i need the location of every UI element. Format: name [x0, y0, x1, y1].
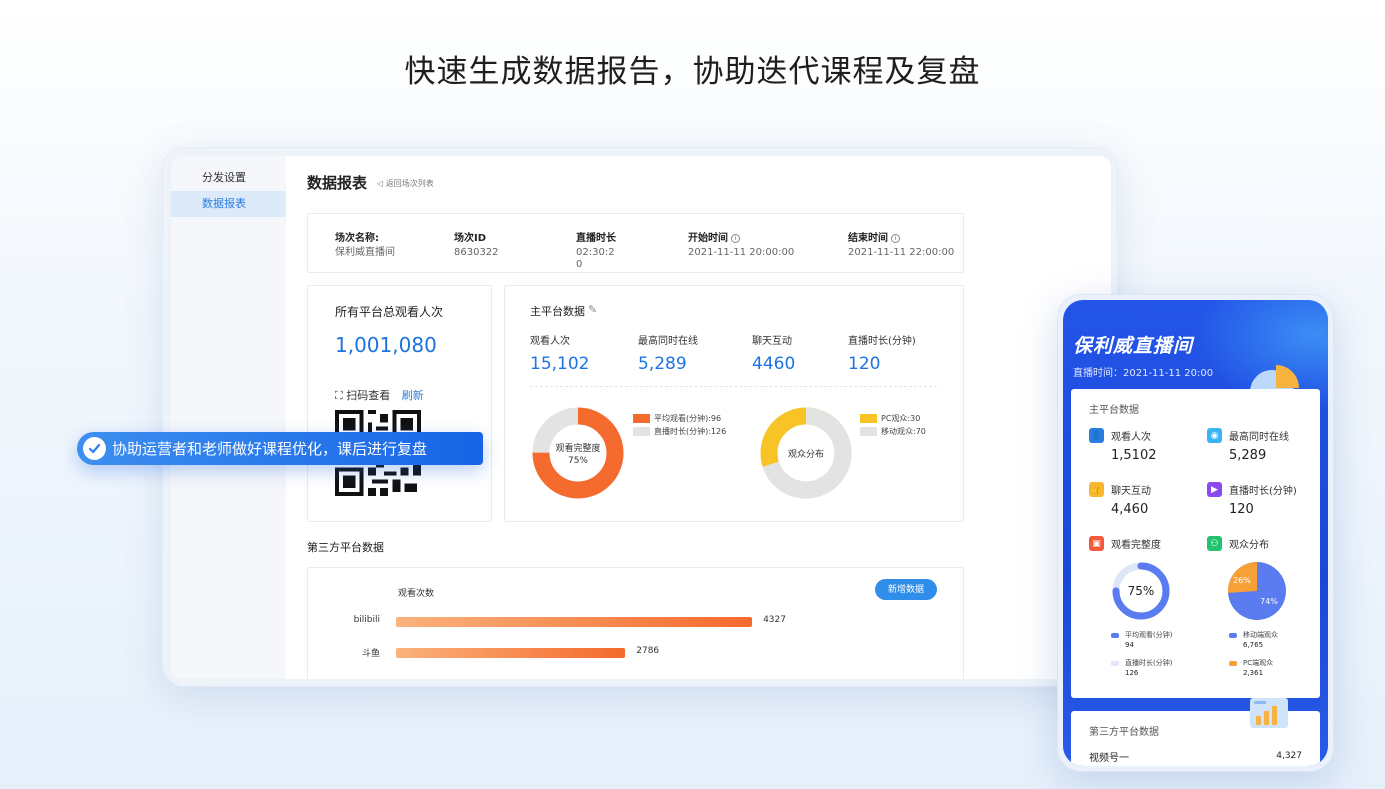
bar-chart-icon	[1250, 698, 1288, 728]
callout-text: 协助运营者和老师做好课程优化，课后进行复盘	[112, 440, 428, 458]
legend-swatch	[633, 414, 650, 423]
phone-third-row-label: 视频号一	[1089, 753, 1129, 764]
phone-peak-value: 5,289	[1229, 448, 1267, 463]
third-party-card: 观看次数 新增数据 bilibili 4327 斗鱼 2786	[307, 567, 964, 679]
info-icon[interactable]: i	[891, 233, 900, 243]
legend-swatch	[860, 427, 877, 436]
phone-card-title: 主平台数据	[1089, 405, 1139, 416]
session-start: 开始时间 i 2021-11-11 20:00:00	[688, 233, 795, 258]
phone-pie-small-label: 26%	[1233, 576, 1251, 585]
third-party-title: 第三方平台数据	[307, 541, 384, 554]
phone-duration-value: 120	[1229, 502, 1254, 517]
bar	[396, 617, 753, 627]
add-data-button[interactable]: 新增数据	[875, 579, 937, 600]
scan-row: ⛶ 扫码查看 刷新	[335, 387, 424, 403]
phone-item-views: 👤 观看人次	[1089, 428, 1151, 443]
sidebar-item-report[interactable]: 数据报表	[171, 191, 286, 217]
total-views-card: 所有平台总观看人次 1,001,080 ⛶ 扫码查看 刷新	[307, 285, 492, 522]
phone-item-duration: ▶ 直播时长(分钟)	[1207, 482, 1297, 497]
phone-main-card: 主平台数据 👤 观看人次 1,5102 ◉ 最高同时在线 5,289 👍 聊天互动 4…	[1071, 389, 1320, 698]
session-duration: 直播时长 02:30:20	[576, 233, 616, 270]
total-views-label: 所有平台总观看人次	[335, 305, 444, 319]
phone-screen: 保利威直播间 直播时间：2021-11-11 20:00 主平台数据 👤 观看人次…	[1063, 300, 1328, 766]
phone-item-completion: ▣ 观看完整度	[1089, 536, 1161, 551]
scan-icon: ⛶	[335, 389, 343, 402]
phone-donut-value: 75%	[1128, 584, 1155, 598]
total-views-value: 1,001,080	[335, 333, 437, 357]
phone-audience-pie: 26% 74%	[1228, 562, 1286, 620]
session-id: 场次ID 8630322	[454, 233, 499, 258]
scan-label: 扫码查看	[346, 389, 391, 402]
audience-donut: 观众分布	[760, 407, 852, 499]
back-to-list-link[interactable]: ◁ 返回场次列表	[377, 178, 434, 189]
bar-value: 4327	[763, 615, 786, 625]
bar-row-douyu: 斗鱼 2786	[308, 646, 965, 660]
refresh-link[interactable]: 刷新	[402, 389, 424, 402]
video-icon: ▶	[1207, 482, 1222, 497]
phone-frame: 保利威直播间 直播时间：2021-11-11 20:00 主平台数据 👤 观看人次…	[1057, 294, 1334, 772]
phone-completion-donut: 75%	[1112, 562, 1170, 620]
phone-legend-avg: 平均观看(分钟) 94	[1111, 630, 1172, 650]
tablet-screen: 分发设置 数据报表 数据报表 ◁ 返回场次列表 场次名称: 保利威直播间 场次I…	[171, 156, 1111, 679]
edit-icon[interactable]: ✎	[588, 303, 597, 316]
session-end: 结束时间 i 2021-11-11 22:00:00	[848, 233, 955, 258]
bar-value: 2786	[636, 646, 660, 656]
completion-donut: 观看完整度 75%	[532, 407, 624, 499]
headline: 快速生成数据报告，协助迭代课程及复盘	[404, 54, 981, 90]
phone-third-row-value: 4,327	[1276, 751, 1302, 761]
metric-views: 观看人次 15,102	[530, 336, 590, 374]
completion-donut-value: 75%	[568, 456, 588, 466]
divider	[530, 386, 937, 387]
metric-peak-online: 最高同时在线 5,289	[638, 336, 698, 374]
calendar-icon: ▣	[1089, 536, 1104, 551]
phone-title: 保利威直播间	[1073, 335, 1194, 357]
user-icon: 👤	[1089, 428, 1104, 443]
completion-legend: 平均观看(分钟):96 直播时长(分钟):126	[633, 412, 726, 438]
phone-chat-value: 4,460	[1111, 502, 1149, 517]
session-name: 场次名称: 保利威直播间	[335, 233, 395, 258]
phone-item-audience: ⚇ 观众分布	[1207, 536, 1269, 551]
legend-swatch	[633, 427, 650, 436]
bar-row-bilibili: bilibili 4327	[308, 615, 965, 629]
sidebar-item-distribution[interactable]: 分发设置	[171, 165, 286, 191]
bar	[396, 648, 626, 658]
tablet-frame: 分发设置 数据报表 数据报表 ◁ 返回场次列表 场次名称: 保利威直播间 场次I…	[162, 147, 1118, 687]
sidebar: 分发设置 数据报表	[171, 156, 286, 679]
views-column-header: 观看次数	[398, 589, 435, 599]
eye-icon: ◉	[1207, 428, 1222, 443]
legend-swatch	[860, 414, 877, 423]
bar-label: bilibili	[353, 615, 380, 625]
phone-item-peak: ◉ 最高同时在线	[1207, 428, 1289, 443]
phone-time: 直播时间：2021-11-11 20:00	[1073, 368, 1214, 379]
check-circle-icon	[83, 437, 106, 460]
main-platform-card: 主平台数据 ✎ 观看人次 15,102 最高同时在线 5,289 聊天互动 44…	[504, 285, 964, 522]
metric-duration: 直播时长(分钟) 120	[848, 336, 916, 374]
phone-third-title: 第三方平台数据	[1089, 727, 1159, 738]
phone-views-value: 1,5102	[1111, 448, 1157, 463]
bar-label: 斗鱼	[361, 649, 380, 659]
audience-donut-label: 观众分布	[788, 448, 824, 460]
phone-legend-pc: PC端观众 2,361	[1229, 658, 1273, 678]
phone-legend-mobile: 移动端观众 6,765	[1229, 630, 1278, 650]
thumbs-up-icon: 👍	[1089, 482, 1104, 497]
main-platform-title: 主平台数据	[530, 305, 585, 318]
page-title: 数据报表	[307, 174, 368, 192]
completion-donut-label: 观看完整度	[555, 442, 600, 454]
info-icon[interactable]: i	[731, 233, 740, 243]
callout-banner: 协助运营者和老师做好课程优化，课后进行复盘	[77, 432, 483, 465]
report-main: 数据报表 ◁ 返回场次列表 场次名称: 保利威直播间 场次ID 8630322 …	[286, 156, 1111, 679]
audience-legend: PC观众:30 移动观众:70	[860, 412, 926, 438]
phone-legend-duration: 直播时长(分钟) 126	[1111, 658, 1172, 678]
audience-icon: ⚇	[1207, 536, 1222, 551]
phone-item-chat: 👍 聊天互动	[1089, 482, 1151, 497]
metric-chat: 聊天互动 4460	[752, 336, 796, 374]
phone-pie-large-label: 74%	[1260, 597, 1278, 606]
session-info-card: 场次名称: 保利威直播间 场次ID 8630322 直播时长 02:30:20 …	[307, 213, 964, 273]
